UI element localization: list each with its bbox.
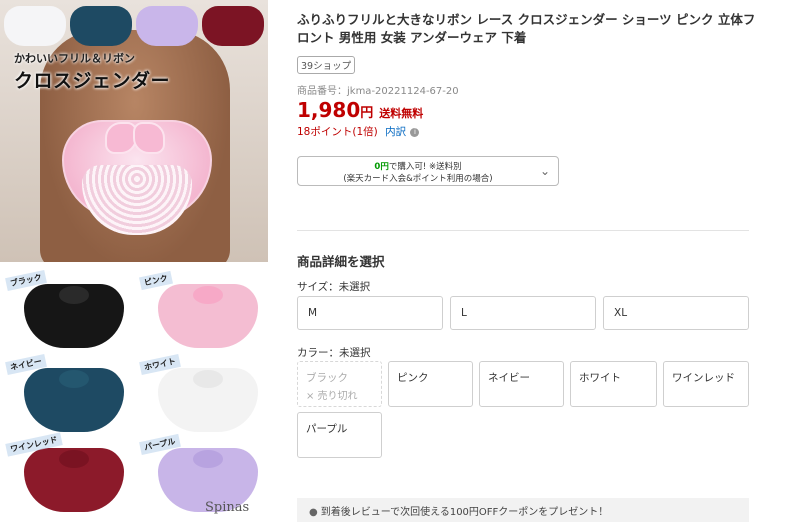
free-shipping-label: 送料無料 [379, 107, 424, 120]
product-code: 商品番号：jkma-20221124-67-20 [297, 86, 459, 97]
price-unit: 円 [360, 106, 374, 121]
color-option-navy[interactable]: ネイビー [479, 361, 564, 407]
product-title: ふりふりフリルと大きなリボン レース クロスジェンダー ショーツ ピンク 立体フ… [297, 12, 756, 45]
color-option-label: ワインレッド [672, 372, 735, 384]
size-option-label: M [308, 307, 318, 319]
review-coupon-banner: ● 到着後レビューで次回使える100円OFFクーポンをプレゼント！ [297, 498, 749, 522]
price-value: 1,980 [297, 98, 361, 122]
size-label: サイズ：未選択 [297, 281, 371, 293]
points-value: 18ポイント(1倍) [297, 126, 378, 138]
color-option-label: ホワイト [579, 372, 621, 384]
swatch-image-black[interactable]: ブラック [4, 269, 132, 354]
purchase-line-1: 0円で購入可! ※送料別 [298, 160, 538, 172]
coupon-text: 到着後レビューで次回使える100円OFFクーポンをプレゼント！ [320, 507, 609, 518]
purchase-line-2: (楽天カード入会&ポイント利用の場合) [343, 174, 493, 184]
top-thumb-navy [70, 6, 132, 46]
swatch-image-white[interactable]: ホワイト [138, 353, 266, 438]
color-option-label: ネイビー [488, 372, 530, 384]
size-option-m[interactable]: M [297, 296, 443, 330]
color-variant-images: ブラック ピンク ネイビー ホワイト ワインレッド パープル [0, 268, 268, 522]
swatch-image-pink[interactable]: ピンク [138, 270, 266, 354]
purchase-line-1-rest: で購入可! ※送料別 [388, 162, 462, 172]
swatch-bow [193, 370, 223, 388]
product-image-gallery: かわいいフリル＆リボン クロスジェンダー ブラック ピンク ネイビー ホワイト … [0, 0, 270, 522]
top-thumb-white [4, 6, 66, 46]
color-option-label: ブラック [306, 372, 348, 384]
top-thumb-wine [202, 6, 264, 46]
size-option-l[interactable]: L [450, 296, 596, 330]
points-row: 18ポイント(1倍) 内訳 i [297, 124, 420, 139]
hero-caption-small: かわいいフリル＆リボン [14, 52, 135, 65]
swatch-image-wine[interactable]: ワインレッド [4, 432, 132, 518]
size-option-label: L [461, 307, 467, 319]
zero-yen-purchase-dropdown[interactable]: 0円で購入可! ※送料別 (楽天カード入会&ポイント利用の場合) ⌄ [297, 156, 559, 186]
section-divider [297, 230, 749, 231]
swatch-image-navy[interactable]: ネイビー [4, 353, 132, 438]
price-row: 1,980円 送料無料 [297, 98, 423, 122]
color-option-purple[interactable]: パープル [297, 412, 382, 458]
top-color-thumbs [0, 0, 268, 52]
color-option-wine-red[interactable]: ワインレッド [663, 361, 749, 407]
sold-out-note: × 売り切れ [306, 391, 358, 402]
size-option-label: XL [614, 307, 628, 319]
price-group: 1,980円 [297, 98, 373, 122]
zero-yen-amount: 0円 [374, 162, 389, 172]
bow-shape [105, 118, 165, 158]
hero-caption: かわいいフリル＆リボン クロスジェンダー [14, 50, 170, 93]
color-option-label: ピンク [397, 372, 429, 384]
swatch-bow [193, 450, 223, 468]
color-option-pink[interactable]: ピンク [388, 361, 473, 407]
chevron-down-icon: ⌄ [539, 164, 550, 178]
swatch-bow [59, 370, 89, 388]
color-option-white[interactable]: ホワイト [570, 361, 657, 407]
points-breakdown-link[interactable]: 内訳 i [385, 126, 420, 138]
info-icon: i [410, 128, 420, 137]
swatch-bow [59, 286, 89, 304]
points-breakdown-label: 内訳 [385, 126, 407, 138]
color-label: カラー：未選択 [297, 347, 371, 359]
selection-heading: 商品詳細を選択 [297, 254, 385, 269]
hero-caption-big: クロスジェンダー [14, 70, 171, 92]
color-option-black[interactable]: ブラック × 売り切れ [297, 361, 382, 407]
shop-badge: 39ショップ [297, 56, 356, 74]
swatch-bow [59, 450, 89, 468]
swatch-bow [193, 286, 223, 304]
color-option-label: パープル [306, 423, 348, 435]
bullet-icon: ● [309, 507, 318, 518]
watermark: Spinas [205, 500, 250, 515]
top-thumb-purple [136, 6, 198, 46]
size-option-xl[interactable]: XL [603, 296, 749, 330]
